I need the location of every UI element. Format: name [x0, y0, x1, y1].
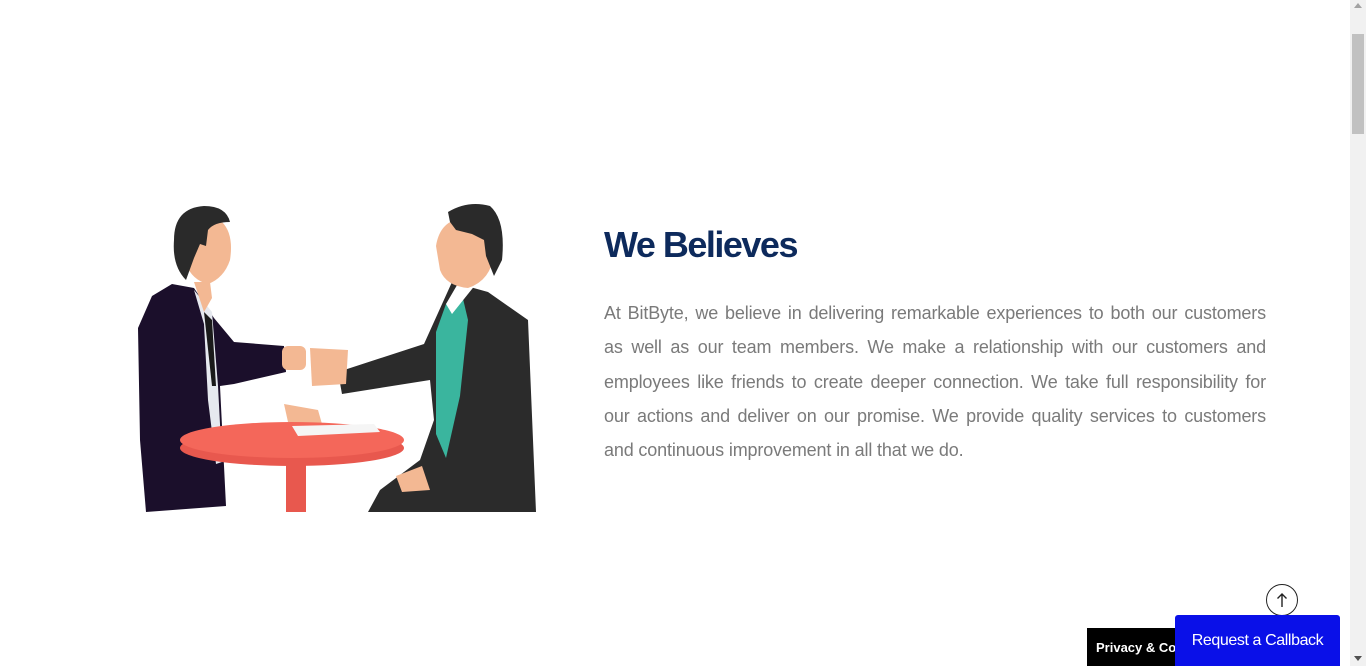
- scroll-down-arrow-icon[interactable]: [1354, 656, 1362, 661]
- arrow-up-icon: [1277, 593, 1287, 607]
- right-businessman: [310, 204, 536, 512]
- back-to-top-button[interactable]: [1266, 584, 1298, 616]
- section-heading: We Believes: [604, 224, 798, 265]
- request-callback-button[interactable]: Request a Callback: [1175, 615, 1340, 666]
- scrollbar-thumb[interactable]: [1352, 34, 1364, 134]
- handshake-illustration: [138, 204, 536, 512]
- scroll-up-arrow-icon[interactable]: [1354, 3, 1362, 8]
- section-paragraph: At BitByte, we believe in delivering rem…: [604, 303, 1266, 461]
- vertical-scrollbar[interactable]: [1350, 0, 1366, 666]
- request-callback-label: Request a Callback: [1191, 632, 1324, 649]
